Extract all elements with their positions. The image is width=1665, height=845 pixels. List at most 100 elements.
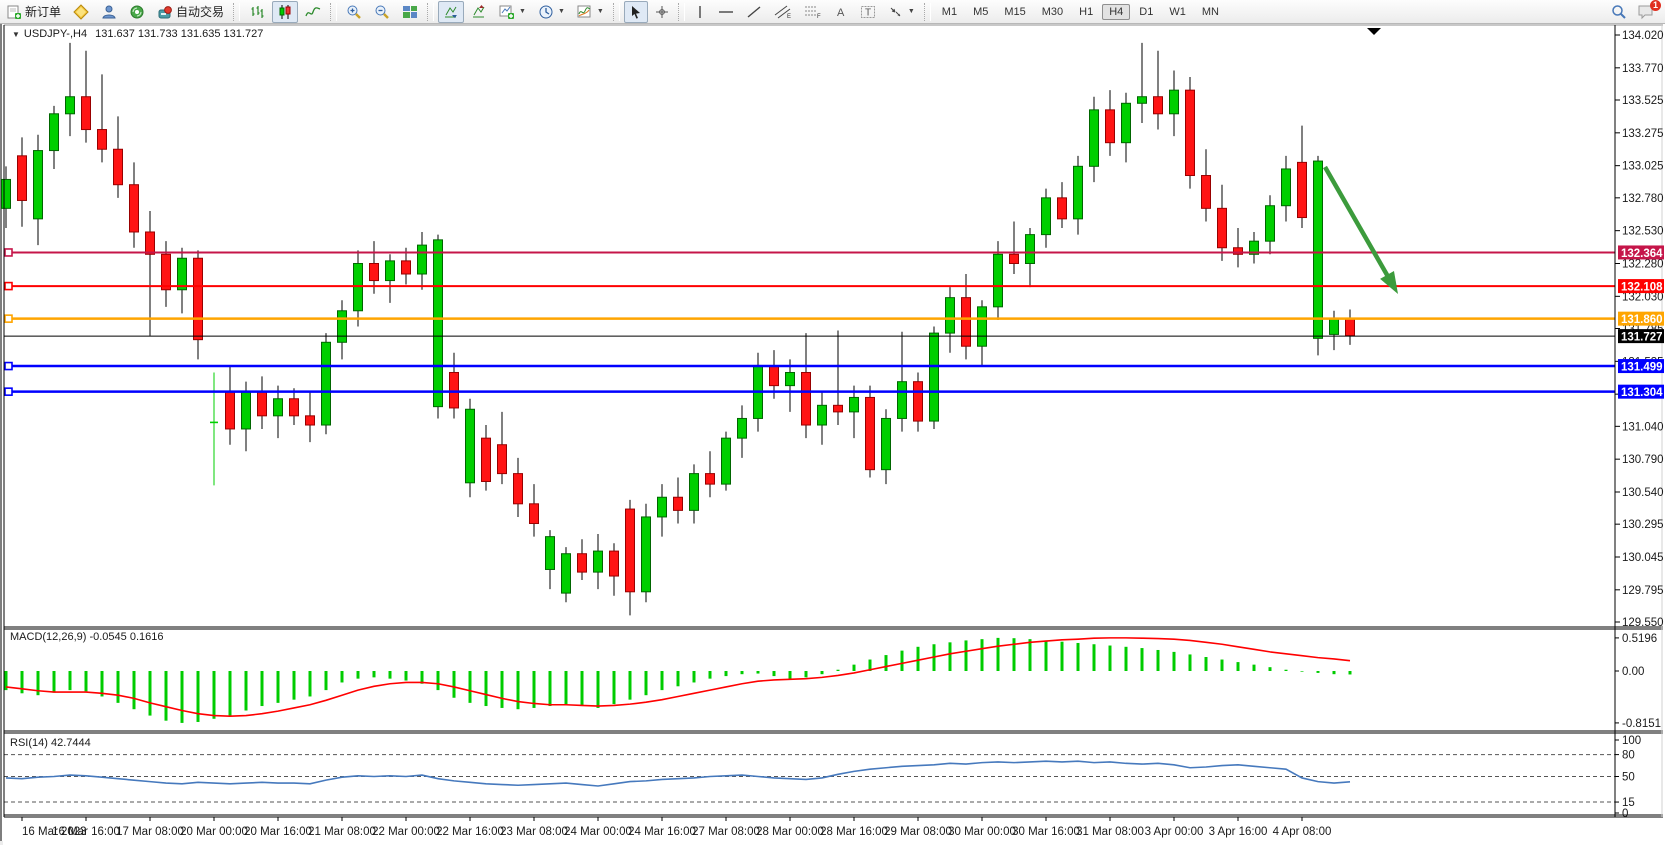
bar-chart-button[interactable] [244,1,270,23]
text-label-button[interactable]: T [855,1,881,23]
timeframe-mn-button[interactable]: MN [1195,4,1226,20]
candle-bullish [930,333,939,421]
line-anchor-handle[interactable] [5,388,12,395]
timeframe-m5-button[interactable]: M5 [966,4,995,20]
price-axis-tick-label: 132.280 [1622,258,1664,270]
candle-bullish [786,372,795,385]
time-axis-label: 30 Mar 00:00 [948,826,1016,838]
market-profile-icon [101,4,117,20]
price-axis-tick-label: 132.780 [1622,193,1664,205]
timeframe-m1-button[interactable]: M1 [935,4,964,20]
timeframe-m30-button[interactable]: M30 [1035,4,1070,20]
candle-bullish [690,474,699,511]
zoom-out-button[interactable] [369,1,395,23]
chart-background[interactable] [3,25,1665,845]
price-axis-tick-label: 133.770 [1622,63,1664,75]
period-button[interactable]: ▼ [533,1,570,23]
trendline-button[interactable] [741,1,767,23]
market-button[interactable] [96,1,122,23]
fibonacci-button[interactable]: F [799,1,827,23]
metaeditor-button[interactable] [68,1,94,23]
new-order-button[interactable]: 新订单 [1,1,66,23]
autotrading-label: 自动交易 [176,3,224,20]
new-chart-button[interactable]: ▼ [494,1,531,23]
line-anchor-handle[interactable] [5,249,12,256]
zoom-in-button[interactable] [341,1,367,23]
line-chart-button[interactable] [300,1,326,23]
candle-bearish [402,261,411,274]
candle-bearish [706,474,715,485]
candle-bullish [898,382,907,419]
timeframe-h1-button[interactable]: H1 [1072,4,1100,20]
line-anchor-handle[interactable] [5,283,12,290]
rsi-axis-label: 0 [1622,808,1628,820]
candle-bearish [674,497,683,510]
cursor-button[interactable] [624,1,648,23]
channel-button[interactable]: E [769,1,797,23]
horizontal-line-button[interactable] [713,1,739,23]
price-axis-tick-label: 133.525 [1622,95,1664,107]
candle-bearish [194,258,203,339]
time-axis-label: 24 Mar 00:00 [564,826,632,838]
time-axis-label: 24 Mar 16:00 [628,826,696,838]
time-axis-label: 30 Mar 16:00 [1012,826,1080,838]
candle-bullish [850,397,859,411]
candle-bearish [98,130,107,150]
chat-button[interactable]: 1 [1637,4,1655,20]
candle-bullish [546,537,555,570]
line-price-label: 131.860 [1621,314,1663,326]
candle-bearish [770,366,779,386]
candle-bearish [450,372,459,407]
candle-bullish [434,240,443,407]
time-axis-label: 3 Apr 16:00 [1209,826,1268,838]
line-price-label: 132.108 [1621,282,1663,294]
candle-bullish [354,263,363,310]
chevron-down-icon: ▼ [597,8,604,15]
current-price-label: 131.727 [1621,332,1663,344]
time-axis-label: 23 Mar 08:00 [500,826,568,838]
timeframe-w1-button[interactable]: W1 [1162,4,1193,20]
indicators-button[interactable]: ▼ [572,1,609,23]
candlestick-chart-button[interactable] [272,1,298,23]
price-axis-tick-label: 129.550 [1622,617,1664,629]
candle-bullish [1138,97,1147,104]
toolbar-right: 1 [1611,4,1655,20]
time-axis-label: 4 Apr 08:00 [1273,826,1332,838]
chart-shift-button[interactable] [466,1,492,23]
symbol-ohlc-label[interactable]: ▼USDJPY-,H4131.637 131.733 131.635 131.7… [12,28,263,40]
candle-bearish [482,438,491,481]
candle-bearish [1298,162,1307,217]
timeframe-h4-button[interactable]: H4 [1102,4,1130,20]
tile-windows-button[interactable] [397,1,423,23]
crosshair-button[interactable] [650,1,674,23]
candle-bullish [50,114,59,151]
line-anchor-handle[interactable] [5,315,12,322]
zoom-out-icon [374,4,390,20]
chart-canvas[interactable]: 134.020133.770133.525133.275133.025132.7… [0,0,1665,845]
candle-bearish [306,416,315,425]
candle-bullish [882,418,891,469]
line-anchor-handle[interactable] [5,363,12,370]
time-axis-label: 20 Mar 00:00 [180,826,248,838]
toolbar: 新订单 自动交易 [0,0,1665,24]
search-icon[interactable] [1611,4,1627,20]
chevron-down-icon: ▼ [519,8,526,15]
candle-bullish [1026,235,1035,264]
price-axis-tick-label: 130.540 [1622,487,1664,499]
vertical-line-button[interactable] [689,1,711,23]
auto-scroll-button[interactable] [438,1,464,23]
candle-bullish [1266,206,1275,241]
arrows-button[interactable]: ▼ [883,1,920,23]
candle-bullish [1330,319,1339,335]
text-button[interactable]: A [829,1,853,23]
candle-bullish [594,551,603,572]
candle-bearish [162,254,171,289]
timeframe-d1-button[interactable]: D1 [1132,4,1160,20]
autotrading-button[interactable]: 自动交易 [152,1,229,23]
timeframe-m15-button[interactable]: M15 [997,4,1032,20]
macd-indicator-label: MACD(12,26,9) -0.0545 0.1616 [10,631,163,643]
candle-bullish [1314,161,1323,338]
toolbar-separator [233,3,240,21]
symbol-dropdown-icon[interactable]: ▼ [12,30,20,39]
signals-button[interactable] [124,1,150,23]
